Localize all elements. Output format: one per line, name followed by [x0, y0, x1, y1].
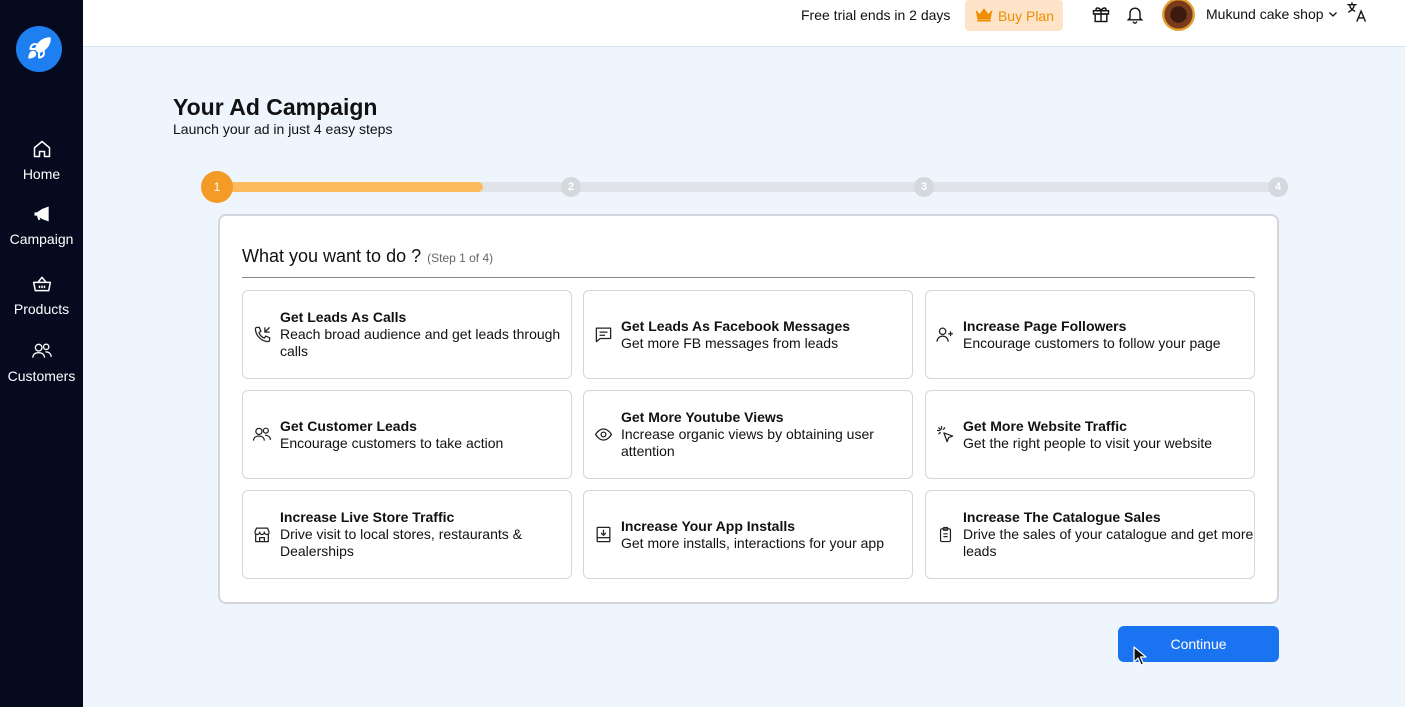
sidebar-item-home[interactable]: Home — [0, 138, 83, 182]
option-app-installs[interactable]: Increase Your App Installs Get more inst… — [583, 490, 913, 579]
buy-plan-label: Buy Plan — [997, 7, 1055, 24]
step-1-indicator[interactable]: 1 — [201, 171, 233, 203]
bell-icon[interactable] — [1124, 3, 1146, 25]
option-title: Get Leads As Facebook Messages — [621, 317, 851, 334]
option-title: Get More Website Traffic — [963, 417, 1127, 434]
store-icon — [252, 525, 272, 545]
page-subtitle: Launch your ad in just 4 easy steps — [173, 121, 393, 137]
eye-icon — [593, 425, 613, 445]
chevron-down-icon — [1328, 12, 1337, 17]
click-icon — [935, 425, 955, 445]
option-customer-leads[interactable]: Get Customer Leads Encourage customers t… — [242, 390, 572, 479]
option-desc: Get more installs, interactions for your… — [621, 534, 885, 551]
sidebar-item-label: Customers — [7, 368, 76, 384]
option-desc: Drive the sales of your catalogue and ge… — [963, 526, 1254, 559]
trial-notice: Free trial ends in 2 days — [801, 7, 951, 23]
option-catalogue-sales[interactable]: Increase The Catalogue Sales Drive the s… — [925, 490, 1255, 579]
users-icon — [31, 340, 53, 362]
option-desc: Get more FB messages from leads — [621, 334, 839, 351]
shop-selector[interactable]: Mukund cake shop — [1206, 6, 1338, 22]
option-title: Increase The Catalogue Sales — [963, 509, 1161, 525]
clipboard-icon — [935, 525, 955, 545]
option-live-store-traffic[interactable]: Increase Live Store Traffic Drive visit … — [242, 490, 572, 579]
option-website-traffic[interactable]: Get More Website Traffic Get the right p… — [925, 390, 1255, 479]
translate-icon[interactable] — [1346, 1, 1368, 23]
objective-card: What you want to do ? (Step 1 of 4) Get … — [218, 214, 1279, 604]
option-desc: Get the right people to visit your websi… — [963, 434, 1213, 451]
step-note: (Step 1 of 4) — [427, 251, 494, 265]
megaphone-icon — [31, 203, 53, 225]
card-heading: What you want to do ? (Step 1 of 4) — [242, 246, 493, 267]
user-plus-icon — [935, 325, 955, 345]
home-icon — [31, 138, 53, 160]
option-desc: Drive visit to local stores, restaurants… — [280, 526, 522, 559]
sidebar-item-products[interactable]: Products — [0, 273, 83, 317]
app-install-icon — [593, 525, 613, 545]
option-desc: Reach broad audience and get leads throu… — [280, 326, 561, 359]
page-title: Your Ad Campaign — [173, 94, 378, 120]
crown-icon — [974, 6, 994, 25]
shop-name: Mukund cake shop — [1206, 6, 1324, 22]
option-youtube-views[interactable]: Get More Youtube Views Increase organic … — [583, 390, 913, 479]
sidebar-item-customers[interactable]: Customers — [0, 340, 83, 384]
stepper-progress-fill — [217, 182, 483, 192]
option-desc: Encourage customers to take action — [280, 434, 504, 451]
divider — [242, 277, 1255, 278]
option-title: Increase Page Followers — [963, 317, 1127, 334]
gift-icon[interactable] — [1090, 3, 1112, 25]
option-title: Get Customer Leads — [280, 417, 417, 434]
basket-icon — [31, 273, 53, 295]
mouse-cursor-icon — [1133, 646, 1147, 666]
option-leads-calls[interactable]: Get Leads As Calls Reach broad audience … — [242, 290, 572, 379]
avatar[interactable] — [1162, 0, 1195, 31]
card-title: What you want to do ? — [242, 246, 422, 266]
buy-plan-button[interactable]: Buy Plan — [965, 0, 1063, 31]
phone-call-icon — [252, 325, 272, 345]
sidebar-item-campaign[interactable]: Campaign — [0, 203, 83, 247]
rocket-logo-icon[interactable] — [16, 26, 62, 72]
option-leads-fb-messages[interactable]: Get Leads As Facebook Messages Get more … — [583, 290, 913, 379]
option-title: Get More Youtube Views — [621, 409, 784, 425]
step-3-indicator[interactable]: 3 — [914, 177, 934, 197]
sidebar-item-label: Campaign — [9, 231, 74, 247]
message-icon — [593, 325, 613, 345]
top-bar: Free trial ends in 2 days Buy Plan Mukun… — [83, 0, 1405, 47]
sidebar-item-label: Home — [22, 166, 61, 182]
option-title: Increase Live Store Traffic — [280, 509, 455, 525]
option-desc: Encourage customers to follow your page — [963, 334, 1221, 351]
option-desc: Increase organic views by obtaining user… — [621, 426, 874, 459]
users-icon — [252, 425, 272, 445]
option-title: Get Leads As Calls — [280, 309, 407, 325]
sidebar: Home Campaign Products Customers — [0, 0, 83, 707]
option-title: Increase Your App Installs — [621, 517, 796, 534]
step-4-indicator[interactable]: 4 — [1268, 177, 1288, 197]
sidebar-item-label: Products — [13, 301, 70, 317]
option-page-followers[interactable]: Increase Page Followers Encourage custom… — [925, 290, 1255, 379]
step-2-indicator[interactable]: 2 — [561, 177, 581, 197]
